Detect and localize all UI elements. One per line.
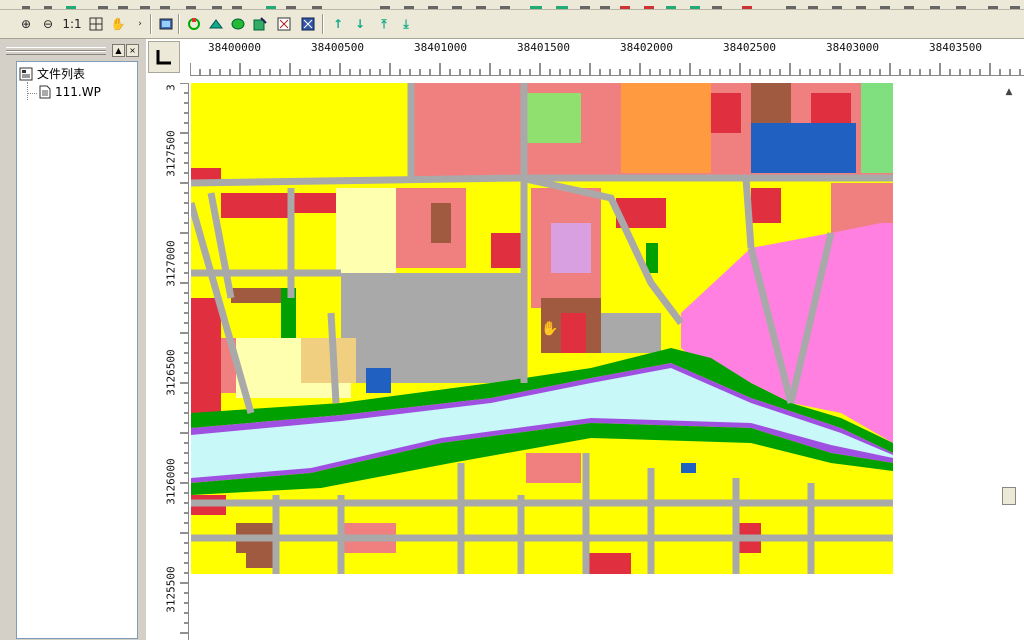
window-icon[interactable] [156, 14, 176, 34]
left-ruler-ticks [180, 83, 188, 634]
toolbar-separator [178, 14, 179, 34]
institution-area [751, 123, 856, 173]
scroll-thumb[interactable] [1002, 487, 1016, 505]
brown-area [431, 203, 451, 243]
zoom-in-icon[interactable]: ⊕ [16, 14, 36, 34]
move-top-icon[interactable]: ⤒ [374, 14, 394, 34]
commercial-area [526, 453, 581, 483]
window-graphic [159, 18, 173, 30]
grid-zoom-graphic [89, 17, 103, 31]
edit-tool-5-graphic [277, 17, 291, 31]
brown-area [751, 83, 791, 123]
edit-tool-4-icon[interactable] [250, 14, 270, 34]
edit-tool-1-graphic [188, 18, 200, 30]
vertical-scrollbar[interactable]: ▲ [999, 83, 1019, 640]
toolbar-separator [150, 14, 151, 34]
industrial-area [811, 93, 851, 123]
edit-tool-1-icon[interactable] [184, 14, 204, 34]
edit-tool-3-graphic [231, 18, 245, 30]
institution-area [366, 368, 391, 393]
tree-item-file[interactable]: 111.WP [39, 85, 101, 99]
move-up-icon[interactable]: ↑ [328, 14, 348, 34]
file-name: 111.WP [55, 85, 101, 99]
panel-close-icon[interactable]: × [126, 44, 139, 57]
panel-grip[interactable] [6, 51, 106, 55]
residential-area [191, 83, 411, 178]
gray-area [341, 273, 521, 383]
file-list-icon [19, 67, 33, 80]
edit-tool-2-icon[interactable] [206, 14, 226, 34]
scroll-up-icon[interactable]: ▲ [1003, 87, 1015, 97]
move-bottom-icon[interactable]: ⤓ [396, 14, 416, 34]
grid-zoom-icon[interactable] [86, 14, 106, 34]
map-canvas-margin [893, 83, 999, 574]
land-use-map-graphic: ✋ [191, 83, 893, 574]
gray-area [601, 313, 661, 353]
edit-tool-4-graphic [253, 17, 267, 31]
green-area [861, 83, 893, 173]
institution-area [681, 463, 696, 473]
toolbar-separator [322, 14, 323, 34]
brown-area [246, 543, 276, 568]
file-icon [39, 85, 51, 99]
tree-connector [27, 82, 28, 100]
edit-tool-5-icon[interactable] [274, 14, 294, 34]
top-toolbar-strip [0, 0, 1024, 10]
industrial-area [561, 313, 586, 353]
file-list-panel: ▲ × 文件列表 111.WP [0, 39, 146, 640]
top-ruler: 38400000 38400500 38401000 38401500 3840… [190, 39, 1024, 76]
panel-collapse-icon[interactable]: ▲ [112, 44, 125, 57]
orange-area [621, 83, 711, 173]
panel-header: ▲ × [2, 41, 142, 57]
top-ruler-ticks [190, 63, 1021, 75]
industrial-area [586, 553, 631, 574]
layer-tool-icon[interactable] [298, 14, 318, 34]
map-view[interactable]: 38400000 38400500 38401000 38401500 3840… [146, 39, 1024, 640]
move-down-icon[interactable]: ↓ [350, 14, 370, 34]
zoom-out-icon[interactable]: ⊖ [38, 14, 58, 34]
purple-area [551, 223, 591, 273]
industrial-area [491, 233, 521, 268]
industrial-area [221, 193, 291, 218]
tree-connector [27, 93, 37, 94]
file-list-title: 文件列表 [37, 67, 86, 81]
small-arrow-icon[interactable]: › [130, 14, 150, 34]
industrial-area [751, 188, 781, 223]
pan-hand-icon[interactable]: ✋ [108, 14, 128, 34]
main-toolbar: ⊕ ⊖ 1:1 ✋ › ↑ ↓ ⤒ ⤓ [0, 10, 1024, 39]
green-area [521, 93, 581, 143]
actual-size-button[interactable]: 1:1 [62, 14, 82, 34]
land-use-map[interactable]: ✋ [191, 83, 893, 574]
left-ruler: 3 3127500 3127000 3126500 3126000 312550… [165, 83, 189, 640]
layer-tool-graphic [301, 17, 315, 31]
hand-cursor-icon: ✋ [541, 320, 558, 337]
tree-root[interactable]: 文件列表 [19, 65, 85, 82]
edit-tool-2-graphic [209, 19, 223, 29]
industrial-area [711, 93, 741, 133]
residential-area [671, 193, 746, 243]
file-tree: 文件列表 111.WP [16, 61, 138, 639]
industrial-area [191, 298, 221, 413]
edit-tool-3-icon[interactable] [228, 14, 248, 34]
residential-area [786, 183, 831, 243]
brown-area [231, 288, 281, 303]
tan-area [301, 338, 356, 383]
light-residential-area [336, 188, 396, 273]
